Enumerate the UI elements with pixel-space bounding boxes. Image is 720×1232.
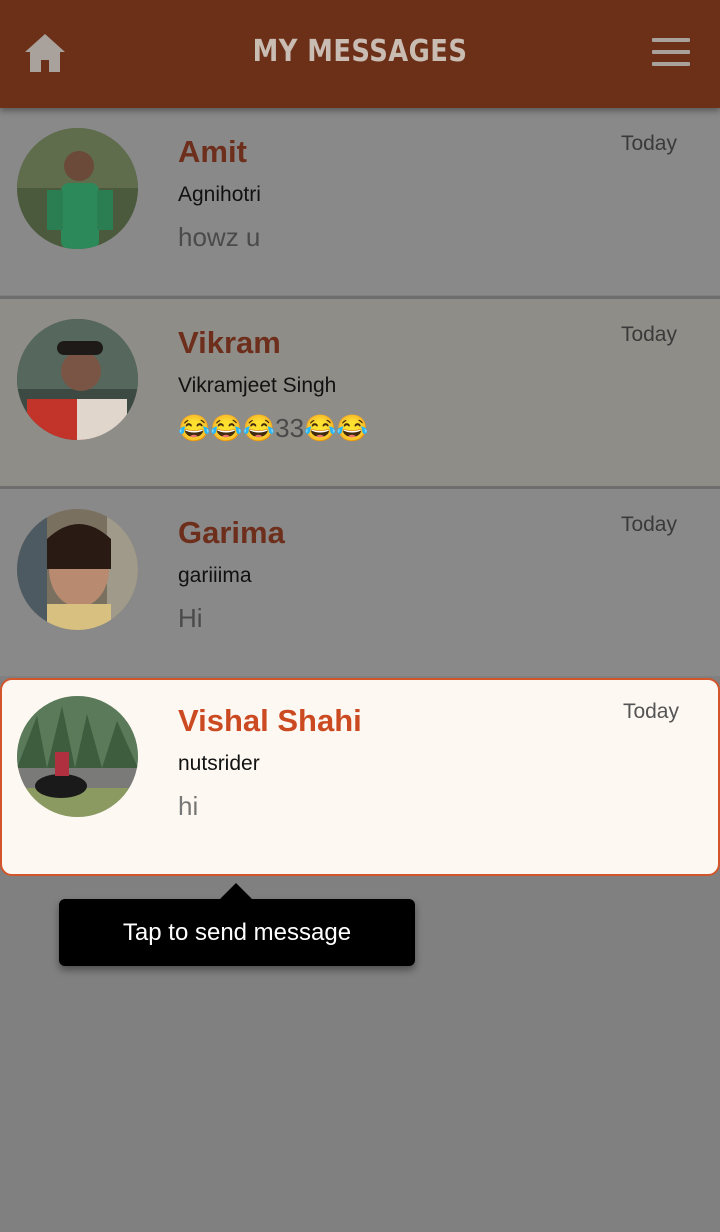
contact-username: gariiima — [178, 564, 252, 587]
last-message: howz u — [178, 222, 261, 252]
avatar — [17, 509, 138, 630]
avatar — [17, 696, 138, 817]
page-title: MY MESSAGES — [252, 34, 468, 69]
message-time: Today — [622, 700, 679, 723]
avatar — [17, 319, 138, 440]
contact-username: nutsrider — [178, 752, 260, 775]
message-time: Today — [620, 132, 677, 155]
conversation-item[interactable]: Garima gariiima Hi Today — [0, 489, 720, 676]
menu-icon-bar — [652, 62, 690, 66]
conversation-item[interactable]: Vikram Vikramjeet Singh 😂😂😂33😂😂 Today — [0, 299, 720, 486]
menu-button[interactable] — [652, 38, 690, 68]
menu-icon-bar — [652, 50, 690, 54]
contact-name: Amit — [178, 134, 247, 169]
menu-icon-bar — [652, 38, 690, 42]
contact-name: Vikram — [178, 325, 281, 360]
app-header: MY MESSAGES — [0, 0, 720, 108]
message-time: Today — [620, 513, 677, 536]
message-time: Today — [620, 323, 677, 346]
avatar — [17, 128, 138, 249]
conversation-item-highlighted[interactable]: Vishal Shahi nutsrider hi Today — [0, 678, 720, 876]
last-message: hi — [178, 791, 199, 821]
last-message: Hi — [178, 603, 203, 633]
contact-username: Vikramjeet Singh — [178, 374, 337, 397]
contact-username: Agnihotri — [178, 183, 261, 206]
contact-name: Garima — [178, 515, 285, 550]
coachmark-tooltip: Tap to send message — [59, 883, 415, 966]
contact-name: Vishal Shahi — [178, 703, 362, 738]
conversation-item[interactable]: Amit Agnihotri howz u Today — [0, 108, 720, 295]
last-message: 😂😂😂33😂😂 — [178, 413, 369, 443]
